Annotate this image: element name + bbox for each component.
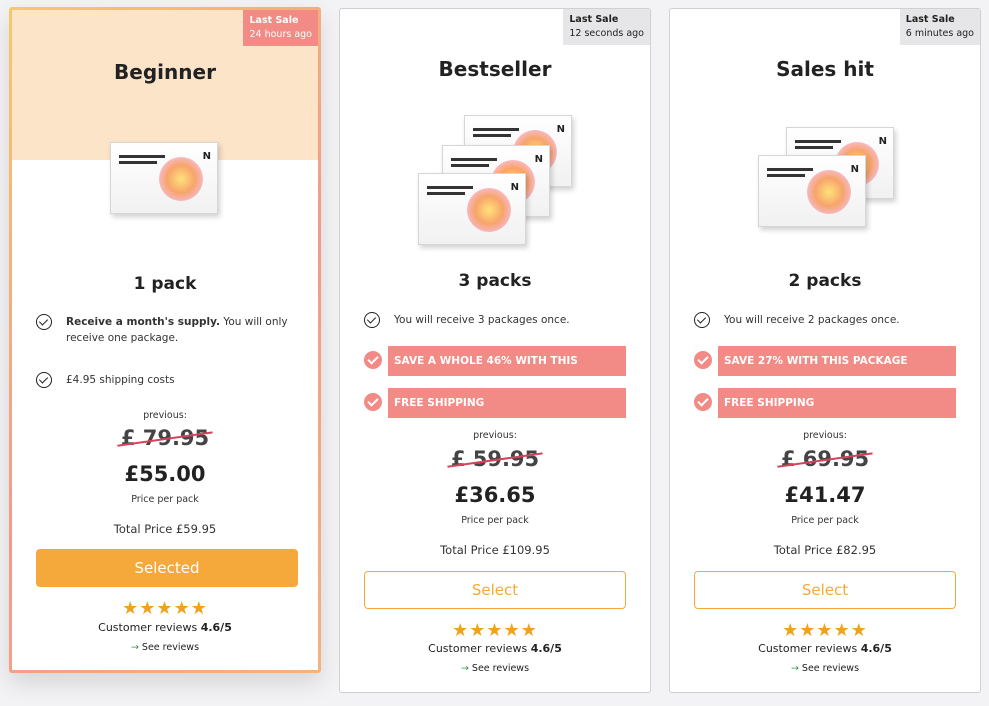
rating-value: 4.6/5 (530, 642, 562, 655)
select-button[interactable]: Select (364, 571, 626, 609)
check-circle-filled-icon (694, 351, 712, 369)
promo-banner: SAVE A WHOLE 46% WITH THIS PACKAGE (388, 346, 626, 397)
brand-logo: N (202, 151, 211, 162)
total-price: Total Price £109.95 (440, 543, 550, 557)
last-sale-label: Last Sale (905, 14, 955, 25)
rating-stars-icon: ★★★★★ (122, 598, 208, 619)
plan-title: Beginner (114, 60, 216, 84)
product-image: N N (756, 123, 896, 233)
last-sale-badge: Last Sale 6 minutes ago (899, 9, 980, 45)
see-reviews-link[interactable]: → See reviews (670, 663, 980, 674)
total-price: Total Price £82.95 (773, 543, 877, 557)
check-circle-icon (36, 372, 52, 388)
customer-reviews: Customer reviews 4.6/5 (670, 642, 980, 655)
last-sale-badge: Last Sale 12 seconds ago (563, 9, 650, 45)
feature-text: You will receive 2 packages once. (724, 314, 900, 326)
promo-banner: SAVE 27% WITH THIS PACKAGE (718, 346, 956, 376)
rating-stars-icon: ★★★★★ (452, 620, 538, 641)
plan-title: Sales hit (776, 57, 874, 81)
last-sale-time: 24 hours ago (249, 29, 312, 40)
pack-title: 1 pack (133, 274, 197, 294)
promo-item: FREE SHIPPING (694, 388, 956, 418)
feature-text: You will receive 3 packages once. (394, 314, 570, 326)
price: £41.47 (784, 483, 866, 507)
check-circle-icon (694, 312, 710, 328)
arrow-right-icon: → (460, 663, 469, 674)
see-reviews-label[interactable]: See reviews (472, 663, 529, 674)
check-circle-filled-icon (364, 393, 382, 411)
old-price: £ 69.95 (670, 447, 980, 471)
promo-item: FREE SHIPPING (364, 388, 626, 418)
previous-label: previous: (473, 430, 517, 441)
last-sale-label: Last Sale (249, 15, 299, 26)
see-reviews-label[interactable]: See reviews (802, 663, 859, 674)
promo-item: SAVE A WHOLE 46% WITH THIS PACKAGE (364, 346, 626, 397)
feature-item: You will receive 2 packages once. (694, 312, 956, 328)
arrow-right-icon: → (130, 642, 139, 653)
rating-value: 4.6/5 (860, 642, 892, 655)
total-price: Total Price £59.95 (113, 522, 217, 536)
plan-card-bestseller[interactable]: Last Sale 12 seconds ago Bestseller N N … (339, 8, 651, 693)
price-per-pack-label: Price per pack (791, 515, 859, 526)
plan-card-sales-hit[interactable]: Last Sale 6 minutes ago Sales hit N N 2 … (669, 8, 981, 693)
check-circle-filled-icon (694, 393, 712, 411)
pack-title: 2 packs (788, 271, 862, 291)
see-reviews-link[interactable]: → See reviews (340, 663, 650, 674)
customer-reviews: Customer reviews 4.6/5 (12, 621, 318, 634)
last-sale-time: 6 minutes ago (905, 28, 974, 39)
arrow-right-icon: → (790, 663, 799, 674)
promo-item: SAVE 27% WITH THIS PACKAGE (694, 346, 956, 376)
product-image: N (108, 138, 228, 228)
feature-item: You will receive 3 packages once. (364, 312, 626, 328)
old-price-value: £ 79.95 (120, 426, 210, 450)
check-circle-icon (364, 312, 380, 328)
price: £55.00 (124, 462, 206, 486)
previous-label: previous: (143, 410, 187, 421)
old-price-value: £ 59.95 (450, 447, 540, 471)
see-reviews-label[interactable]: See reviews (142, 642, 199, 653)
product-box: N (110, 142, 218, 214)
check-circle-icon (36, 314, 52, 330)
reviews-label: Customer reviews (428, 642, 528, 655)
feature-text: £4.95 shipping costs (66, 374, 175, 386)
feature-bold-text: Receive a month's supply. (66, 316, 220, 328)
feature-item: £4.95 shipping costs (36, 372, 294, 388)
pack-title: 3 packs (458, 271, 532, 291)
plan-card-beginner[interactable]: Last Sale 24 hours ago Beginner N 1 pack… (9, 7, 321, 673)
price-per-pack-label: Price per pack (461, 515, 529, 526)
rating-value: 4.6/5 (200, 621, 232, 634)
product-box: N (418, 173, 526, 245)
check-circle-filled-icon (364, 351, 382, 369)
customer-reviews: Customer reviews 4.6/5 (340, 642, 650, 655)
feature-item: Receive a month's supply. You will only … (36, 314, 294, 346)
product-box: N (758, 155, 866, 227)
old-price-value: £ 69.95 (780, 447, 870, 471)
old-price: £ 59.95 (340, 447, 650, 471)
see-reviews-link[interactable]: → See reviews (12, 642, 318, 653)
rating-stars-icon: ★★★★★ (782, 620, 868, 641)
previous-label: previous: (803, 430, 847, 441)
price-per-pack-label: Price per pack (131, 494, 199, 505)
last-sale-label: Last Sale (569, 14, 619, 25)
last-sale-time: 12 seconds ago (569, 28, 644, 39)
reviews-label: Customer reviews (758, 642, 858, 655)
old-price: £ 79.95 (12, 426, 318, 450)
price: £36.65 (454, 483, 536, 507)
reviews-label: Customer reviews (98, 621, 198, 634)
plan-title: Bestseller (438, 57, 552, 81)
select-button[interactable]: Select (694, 571, 956, 609)
product-image: N N N (416, 113, 576, 245)
last-sale-badge: Last Sale 24 hours ago (243, 10, 318, 46)
promo-banner: FREE SHIPPING (718, 388, 956, 418)
selected-button[interactable]: Selected (36, 549, 298, 587)
promo-banner: FREE SHIPPING (388, 388, 626, 418)
